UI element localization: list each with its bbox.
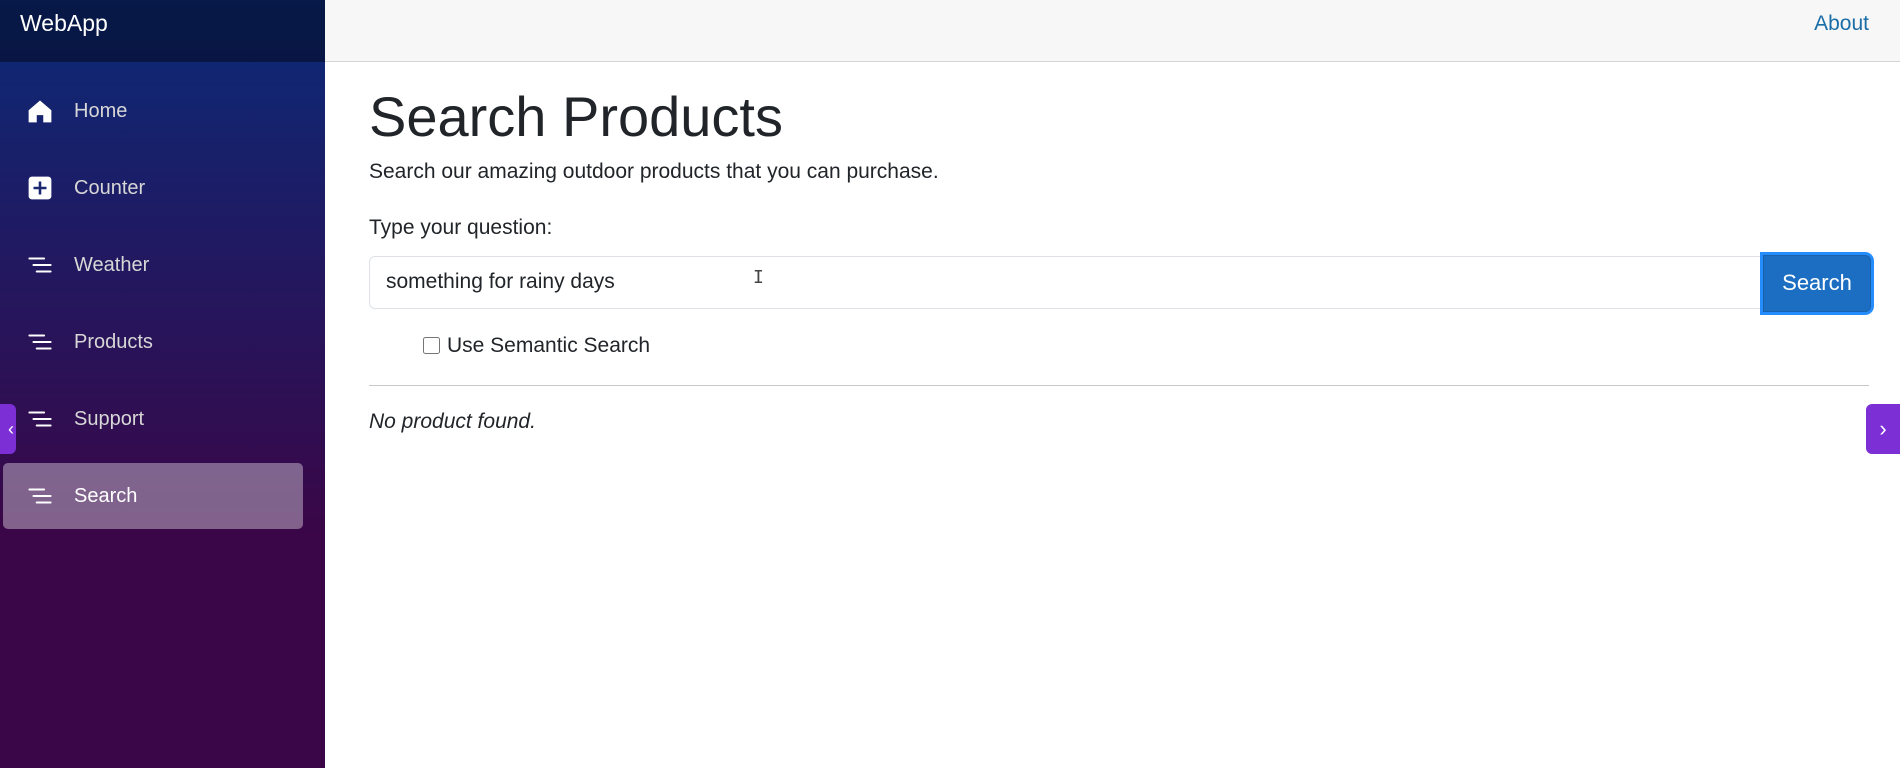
top-bar: About (325, 0, 1900, 62)
main-content: Search Products Search our amazing outdo… (369, 62, 1871, 434)
plus-square-icon (25, 173, 55, 203)
chevron-left-icon: ‹ (8, 418, 14, 439)
page-subtitle: Search our amazing outdoor products that… (369, 159, 939, 183)
sidebar-nav: Home Counter Weather Products Support Se… (0, 78, 325, 540)
divider (369, 384, 1869, 386)
search-input[interactable] (369, 255, 1763, 309)
sidebar-item-support[interactable]: Support (3, 386, 303, 452)
chevron-right-icon: › (1879, 416, 1887, 441)
list-icon (25, 250, 55, 280)
brand-link[interactable]: WebApp (20, 10, 108, 37)
question-label: Type your question: (369, 215, 553, 239)
sidebar-item-home[interactable]: Home (3, 78, 303, 144)
list-icon (25, 404, 55, 434)
brand-bar: WebApp (0, 0, 325, 62)
expand-panel-tab[interactable]: › (1866, 404, 1900, 454)
collapse-sidebar-tab[interactable]: ‹ (0, 404, 16, 454)
list-icon (25, 481, 55, 511)
sidebar-item-counter[interactable]: Counter (3, 155, 303, 221)
result-message: No product found. (369, 409, 536, 433)
sidebar-item-label: Products (74, 331, 153, 353)
list-icon (25, 327, 55, 357)
sidebar-item-label: Weather (74, 254, 150, 276)
sidebar-item-label: Home (74, 100, 128, 122)
sidebar-item-weather[interactable]: Weather (3, 232, 303, 298)
search-row: I Search (369, 254, 1871, 312)
house-icon (25, 96, 55, 126)
semantic-search-option[interactable]: Use Semantic Search (423, 334, 1869, 358)
sidebar-item-label: Support (74, 408, 145, 430)
search-button[interactable]: Search (1763, 254, 1871, 312)
sidebar: WebApp Home Counter Weather Products Sup… (0, 0, 325, 768)
text-cursor-icon: I (753, 266, 764, 288)
semantic-search-checkbox[interactable] (423, 337, 440, 355)
sidebar-item-label: Counter (74, 177, 146, 199)
sidebar-item-products[interactable]: Products (3, 309, 303, 375)
semantic-search-label: Use Semantic Search (447, 333, 651, 357)
about-link[interactable]: About (1814, 12, 1869, 36)
page-title: Search Products (369, 85, 783, 148)
sidebar-item-search[interactable]: Search (3, 463, 303, 529)
sidebar-item-label: Search (74, 485, 138, 507)
